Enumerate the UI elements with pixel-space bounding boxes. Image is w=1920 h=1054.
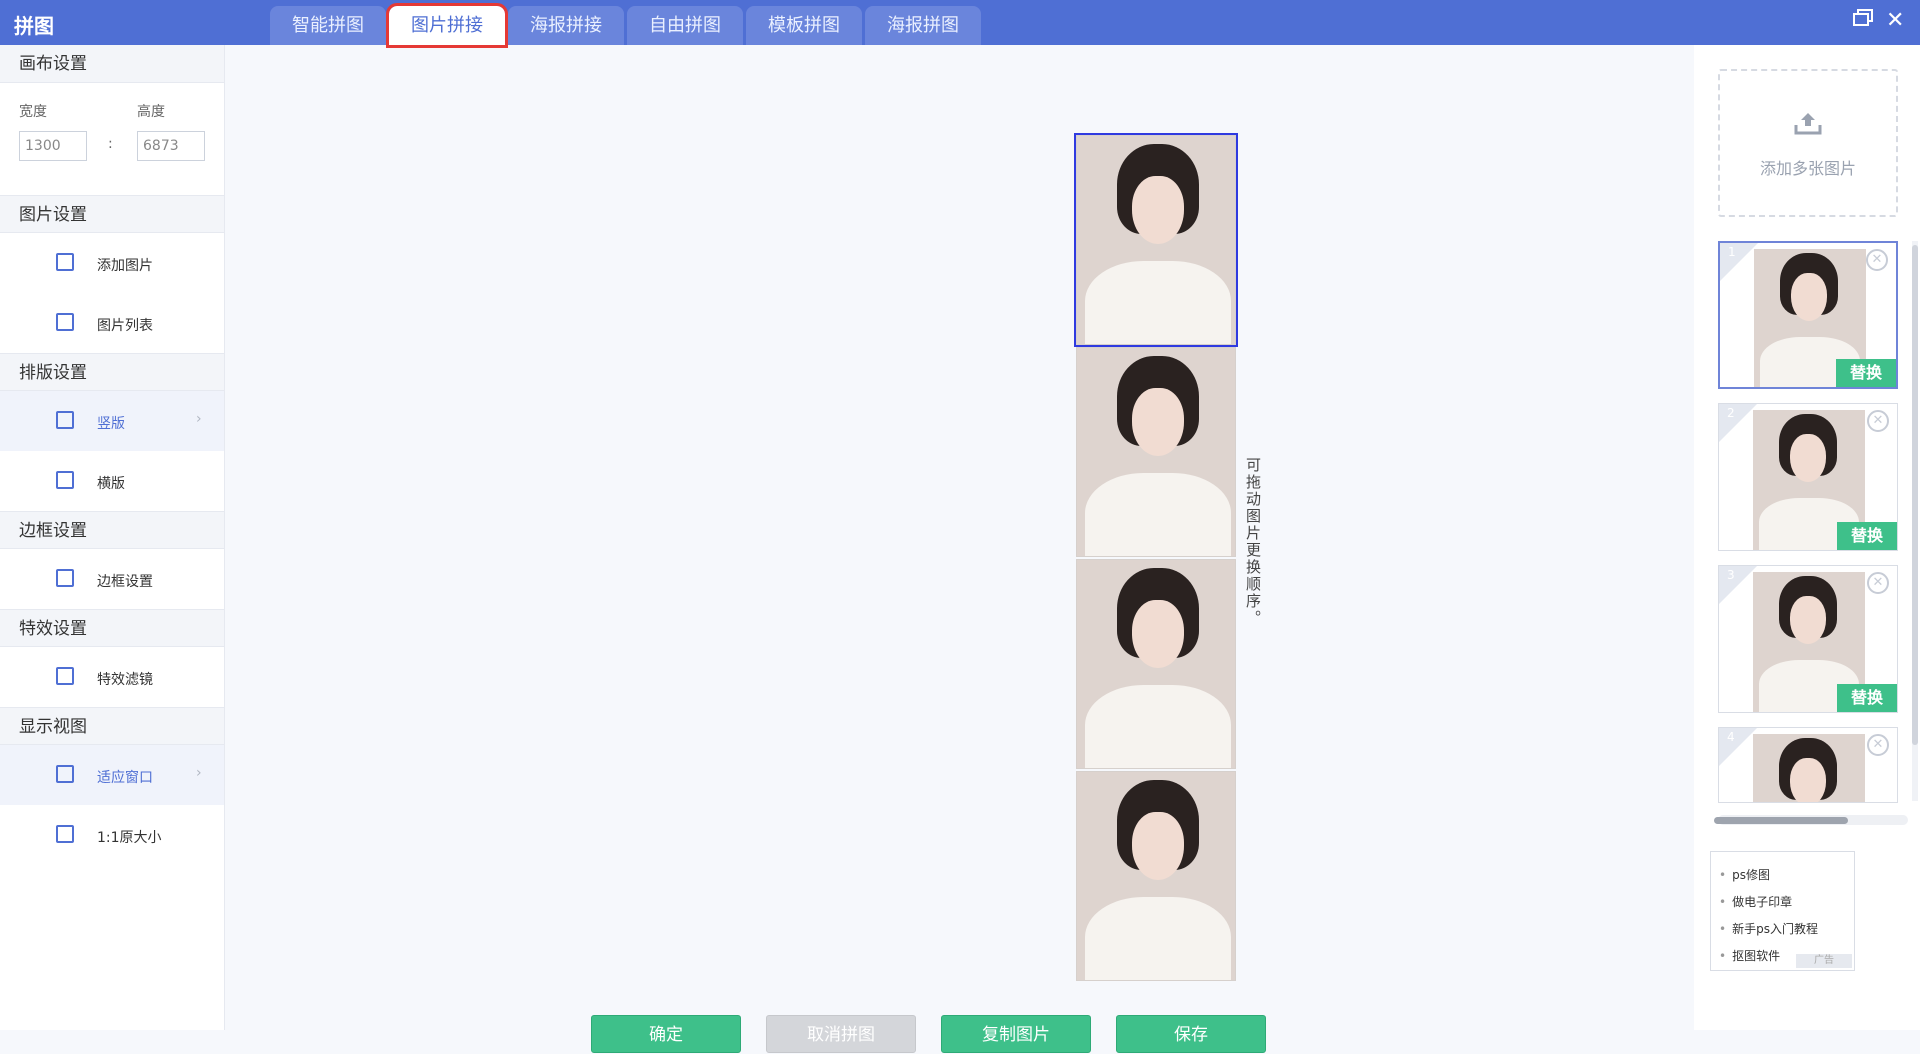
ad-link[interactable]: ps修图 bbox=[1719, 866, 1770, 883]
stitched-photo[interactable] bbox=[1074, 133, 1238, 347]
list-icon bbox=[56, 313, 74, 331]
left-sidebar: 画布设置 宽度 高度 : 图片设置 添加图片 图片列表 排版设置 竖版 › 横版… bbox=[0, 45, 225, 1030]
add-multiple-images-button[interactable]: 添加多张图片 bbox=[1718, 69, 1898, 217]
tab-free-collage[interactable]: 自由拼图 bbox=[627, 6, 743, 45]
layout-horizontal-button[interactable]: 横版 bbox=[0, 451, 224, 511]
right-panel: 添加多张图片 1 ✕ 替换 2 ✕ 替换 3 ✕ 替换 4 ✕ ps修图 做电子… bbox=[1694, 45, 1920, 1030]
upload-icon bbox=[1794, 113, 1822, 135]
remove-icon[interactable]: ✕ bbox=[1867, 572, 1889, 594]
thumbnail-card[interactable]: 3 ✕ 替换 bbox=[1718, 565, 1898, 713]
canvas-size-block: 宽度 高度 : bbox=[0, 83, 224, 195]
copy-image-button[interactable]: 复制图片 bbox=[941, 1015, 1091, 1053]
layout-vertical-label: 竖版 bbox=[97, 416, 125, 432]
add-image-label: 添加图片 bbox=[97, 258, 153, 274]
tab-bar: 智能拼图 图片拼接 海报拼接 自由拼图 模板拼图 海报拼图 bbox=[270, 3, 984, 48]
stitched-photo[interactable] bbox=[1076, 771, 1236, 981]
thumbnail-number: 2 bbox=[1727, 406, 1735, 420]
stitched-image-strip bbox=[1074, 133, 1238, 983]
original-size-label: 1:1原大小 bbox=[97, 830, 162, 846]
border-icon bbox=[56, 569, 74, 587]
cancel-collage-button[interactable]: 取消拼图 bbox=[766, 1015, 916, 1053]
filter-icon bbox=[56, 667, 74, 685]
add-multiple-images-label: 添加多张图片 bbox=[1759, 159, 1856, 178]
section-layout-settings: 排版设置 bbox=[0, 353, 224, 391]
section-border-settings: 边框设置 bbox=[0, 511, 224, 549]
border-settings-button[interactable]: 边框设置 bbox=[0, 549, 224, 609]
thumbnail-number: 1 bbox=[1728, 245, 1736, 259]
ad-box: ps修图 做电子印章 新手ps入门教程 抠图软件 广告 bbox=[1710, 851, 1855, 971]
tab-poster-stitch[interactable]: 海报拼接 bbox=[508, 6, 624, 45]
thumbnail-card[interactable]: 2 ✕ 替换 bbox=[1718, 403, 1898, 551]
horizontal-layout-icon bbox=[56, 471, 74, 489]
confirm-button[interactable]: 确定 bbox=[591, 1015, 741, 1053]
vertical-scrollbar-thumb[interactable] bbox=[1912, 245, 1918, 745]
height-input[interactable] bbox=[137, 131, 205, 161]
canvas-area: 可拖动图片更换顺序。 确定 取消拼图 复制图片 保存 bbox=[226, 45, 1694, 1053]
original-size-button[interactable]: 1:1原大小 bbox=[0, 805, 224, 865]
stitched-photo[interactable] bbox=[1076, 559, 1236, 769]
size-separator: : bbox=[108, 136, 113, 152]
fit-window-button[interactable]: 适应窗口 › bbox=[0, 745, 224, 805]
tab-smart-collage[interactable]: 智能拼图 bbox=[270, 6, 386, 45]
effect-filter-button[interactable]: 特效滤镜 bbox=[0, 647, 224, 707]
tab-template-collage[interactable]: 模板拼图 bbox=[746, 6, 862, 45]
chevron-right-icon: › bbox=[196, 765, 202, 781]
original-size-icon bbox=[56, 825, 74, 843]
restore-icon[interactable] bbox=[1852, 8, 1874, 34]
ad-link[interactable]: 新手ps入门教程 bbox=[1719, 920, 1818, 937]
layout-vertical-button[interactable]: 竖版 › bbox=[0, 391, 224, 451]
thumbnail-card[interactable]: 4 ✕ bbox=[1718, 727, 1898, 803]
section-canvas-settings: 画布设置 bbox=[0, 45, 224, 83]
thumbnail-card[interactable]: 1 ✕ 替换 bbox=[1718, 241, 1898, 389]
section-image-settings: 图片设置 bbox=[0, 195, 224, 233]
ad-link[interactable]: 抠图软件 bbox=[1719, 947, 1780, 964]
section-effect-settings: 特效设置 bbox=[0, 609, 224, 647]
tab-poster-collage[interactable]: 海报拼图 bbox=[865, 6, 981, 45]
layout-horizontal-label: 横版 bbox=[97, 476, 125, 492]
remove-icon[interactable]: ✕ bbox=[1867, 734, 1889, 756]
effect-filter-label: 特效滤镜 bbox=[97, 672, 153, 688]
close-icon[interactable]: ✕ bbox=[1886, 8, 1904, 33]
fit-window-icon bbox=[56, 765, 74, 783]
thumbnail-number: 3 bbox=[1727, 568, 1735, 582]
width-input[interactable] bbox=[19, 131, 87, 161]
border-settings-label: 边框设置 bbox=[97, 574, 153, 590]
section-display-view: 显示视图 bbox=[0, 707, 224, 745]
width-label: 宽度 bbox=[19, 104, 47, 120]
image-list-label: 图片列表 bbox=[97, 318, 153, 334]
stitched-photo[interactable] bbox=[1076, 347, 1236, 557]
title-bar: 拼图 智能拼图 图片拼接 海报拼接 自由拼图 模板拼图 海报拼图 ✕ bbox=[0, 0, 1920, 48]
save-button[interactable]: 保存 bbox=[1116, 1015, 1266, 1053]
add-image-button[interactable]: 添加图片 bbox=[0, 233, 224, 293]
replace-button[interactable]: 替换 bbox=[1836, 359, 1896, 387]
tab-image-stitch[interactable]: 图片拼接 bbox=[386, 3, 508, 48]
remove-icon[interactable]: ✕ bbox=[1866, 249, 1888, 271]
vertical-layout-icon bbox=[56, 411, 74, 429]
app-title: 拼图 bbox=[14, 14, 54, 38]
replace-button[interactable]: 替换 bbox=[1837, 522, 1897, 550]
height-label: 高度 bbox=[137, 104, 165, 120]
drag-hint-text: 可拖动图片更换顺序。 bbox=[1244, 457, 1262, 627]
ad-tag[interactable]: 广告 bbox=[1796, 954, 1852, 968]
image-list-button[interactable]: 图片列表 bbox=[0, 293, 224, 353]
add-image-icon bbox=[56, 253, 74, 271]
thumbnail-number: 4 bbox=[1727, 730, 1735, 744]
fit-window-label: 适应窗口 bbox=[97, 770, 153, 786]
chevron-right-icon: › bbox=[196, 411, 202, 427]
remove-icon[interactable]: ✕ bbox=[1867, 410, 1889, 432]
replace-button[interactable]: 替换 bbox=[1837, 684, 1897, 712]
horizontal-scrollbar-thumb[interactable] bbox=[1714, 817, 1848, 824]
ad-link[interactable]: 做电子印章 bbox=[1719, 893, 1792, 910]
